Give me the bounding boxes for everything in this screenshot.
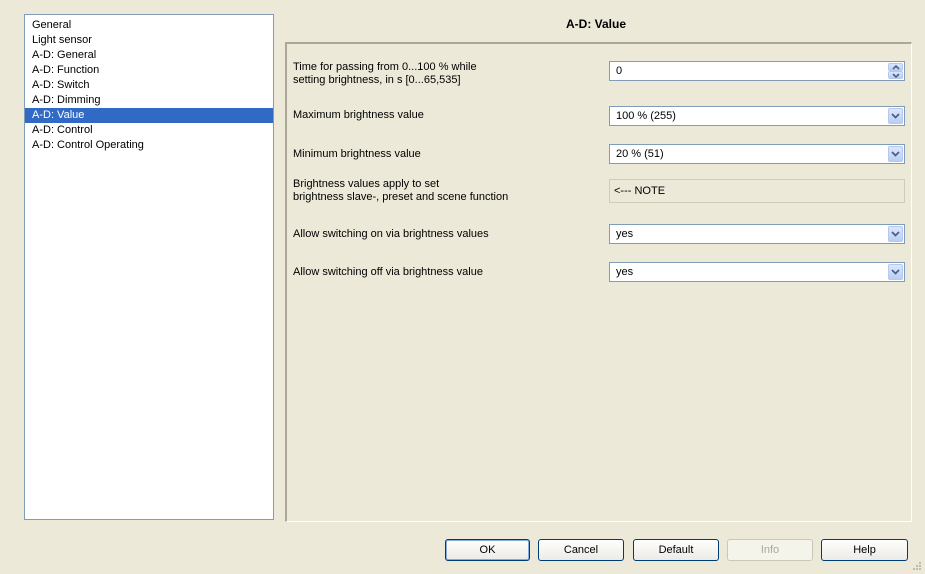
sidebar-item-light-sensor[interactable]: Light sensor xyxy=(25,33,273,48)
param-label-switch-off: Allow switching off via brightness value xyxy=(293,266,483,278)
param-label-max-brightness: Maximum brightness value xyxy=(293,109,424,121)
chevron-down-icon[interactable] xyxy=(888,226,903,242)
param-label-dimming-time: Time for passing from 0...100 % while se… xyxy=(293,61,477,87)
spinner-buttons xyxy=(888,63,903,79)
dropdown-value: 20 % (51) xyxy=(616,148,664,160)
resize-grip-icon[interactable] xyxy=(912,561,922,571)
min-brightness-dropdown[interactable]: 20 % (51) xyxy=(609,144,905,164)
dropdown-value: 100 % (255) xyxy=(616,110,676,122)
cancel-button[interactable]: Cancel xyxy=(538,539,624,561)
note-readonly-field: <--- NOTE xyxy=(609,179,905,203)
sidebar-item-ad-control[interactable]: A-D: Control xyxy=(25,123,273,138)
param-label-line: Brightness values apply to set xyxy=(293,178,440,190)
param-label-brightness-note: Brightness values apply to set brightnes… xyxy=(293,178,508,204)
parameter-tree: General Light sensor A-D: General A-D: F… xyxy=(24,14,274,520)
sidebar-item-ad-value[interactable]: A-D: Value xyxy=(25,108,273,123)
param-label-line: setting brightness, in s [0...65,535] xyxy=(293,74,461,86)
param-label-min-brightness: Minimum brightness value xyxy=(293,148,421,160)
ok-button[interactable]: OK xyxy=(445,539,530,561)
info-button[interactable]: Info xyxy=(727,539,813,561)
sidebar-item-general[interactable]: General xyxy=(25,18,273,33)
chevron-down-icon[interactable] xyxy=(888,108,903,124)
dimming-time-spinner[interactable]: 0 xyxy=(609,61,905,81)
switch-off-dropdown[interactable]: yes xyxy=(609,262,905,282)
help-button[interactable]: Help xyxy=(821,539,908,561)
chevron-down-icon[interactable] xyxy=(888,264,903,280)
note-text: <--- NOTE xyxy=(614,185,666,197)
dropdown-value: yes xyxy=(616,228,634,240)
chevron-down-icon[interactable] xyxy=(888,146,903,162)
page-title: A-D: Value xyxy=(565,17,626,31)
spin-down-icon[interactable] xyxy=(888,71,903,79)
spin-up-icon[interactable] xyxy=(888,63,903,71)
sidebar-item-ad-function[interactable]: A-D: Function xyxy=(25,63,273,78)
dropdown-value: yes xyxy=(616,266,634,278)
spinner-value: 0 xyxy=(616,65,623,77)
sidebar-item-ad-general[interactable]: A-D: General xyxy=(25,48,273,63)
switch-on-dropdown[interactable]: yes xyxy=(609,224,905,244)
max-brightness-dropdown[interactable]: 100 % (255) xyxy=(609,106,905,126)
sidebar-item-ad-switch[interactable]: A-D: Switch xyxy=(25,78,273,93)
param-label-line: brightness slave-, preset and scene func… xyxy=(293,191,509,203)
param-label-switch-on: Allow switching on via brightness values xyxy=(293,228,489,240)
sidebar-item-ad-dimming[interactable]: A-D: Dimming xyxy=(25,93,273,108)
default-button[interactable]: Default xyxy=(633,539,719,561)
param-label-line: Time for passing from 0...100 % while xyxy=(293,61,477,73)
sidebar-item-ad-control-operating[interactable]: A-D: Control Operating xyxy=(25,138,273,153)
